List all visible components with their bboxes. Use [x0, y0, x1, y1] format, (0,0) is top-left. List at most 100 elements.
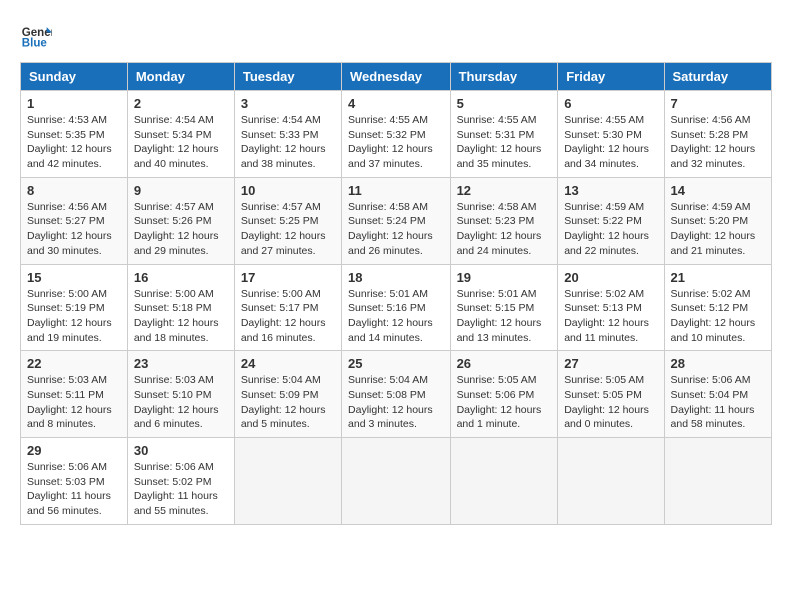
day-info: Sunrise: 4:56 AMSunset: 5:28 PMDaylight:… [671, 113, 765, 172]
column-header-wednesday: Wednesday [342, 63, 451, 91]
calendar-table: SundayMondayTuesdayWednesdayThursdayFrid… [20, 62, 772, 525]
day-number: 22 [27, 356, 121, 371]
day-info: Sunrise: 4:55 AMSunset: 5:31 PMDaylight:… [457, 113, 552, 172]
calendar-cell: 23Sunrise: 5:03 AMSunset: 5:10 PMDayligh… [127, 351, 234, 438]
calendar-cell: 17 Sunrise: 5:00 AMSunset: 5:17 PMDayligh… [234, 264, 341, 351]
day-number: 16 [134, 270, 228, 285]
calendar-week-row: 8 Sunrise: 4:56 AMSunset: 5:27 PMDaylight… [21, 177, 772, 264]
day-number: 9 [134, 183, 228, 198]
calendar-cell: 4 Sunrise: 4:55 AMSunset: 5:32 PMDaylight… [342, 91, 451, 178]
day-info: Sunrise: 5:04 AMSunset: 5:08 PMDaylight:… [348, 373, 444, 432]
day-number: 27 [564, 356, 657, 371]
day-number: 18 [348, 270, 444, 285]
column-header-friday: Friday [558, 63, 664, 91]
day-number: 26 [457, 356, 552, 371]
day-info: Sunrise: 4:55 AMSunset: 5:32 PMDaylight:… [348, 113, 444, 172]
day-info: Sunrise: 4:57 AMSunset: 5:25 PMDaylight:… [241, 200, 335, 259]
day-info: Sunrise: 4:54 AMSunset: 5:34 PMDaylight:… [134, 113, 228, 172]
calendar-week-row: 22 Sunrise: 5:03 AMSunset: 5:11 PMDayligh… [21, 351, 772, 438]
calendar-cell [664, 438, 771, 525]
day-info: Sunrise: 4:58 AMSunset: 5:24 PMDaylight:… [348, 200, 444, 259]
day-number: 6 [564, 96, 657, 111]
calendar-cell: 29 Sunrise: 5:06 AMSunset: 5:03 PMDayligh… [21, 438, 128, 525]
day-number: 21 [671, 270, 765, 285]
day-number: 11 [348, 183, 444, 198]
calendar-cell: 8 Sunrise: 4:56 AMSunset: 5:27 PMDaylight… [21, 177, 128, 264]
day-info: Sunrise: 4:59 AMSunset: 5:20 PMDaylight:… [671, 200, 765, 259]
day-info: Sunrise: 5:06 AMSunset: 5:03 PMDaylight:… [27, 460, 121, 519]
calendar-cell: 5 Sunrise: 4:55 AMSunset: 5:31 PMDaylight… [450, 91, 558, 178]
calendar-cell: 25 Sunrise: 5:04 AMSunset: 5:08 PMDayligh… [342, 351, 451, 438]
calendar-cell: 14 Sunrise: 4:59 AMSunset: 5:20 PMDayligh… [664, 177, 771, 264]
column-header-tuesday: Tuesday [234, 63, 341, 91]
day-number: 4 [348, 96, 444, 111]
day-number: 3 [241, 96, 335, 111]
day-info: Sunrise: 4:53 AMSunset: 5:35 PMDaylight:… [27, 113, 121, 172]
day-number: 20 [564, 270, 657, 285]
column-header-monday: Monday [127, 63, 234, 91]
day-number: 7 [671, 96, 765, 111]
calendar-cell: 21 Sunrise: 5:02 AMSunset: 5:12 PMDayligh… [664, 264, 771, 351]
day-info: Sunrise: 5:00 AMSunset: 5:19 PMDaylight:… [27, 287, 121, 346]
logo-icon: General Blue [20, 20, 52, 52]
calendar-cell: 26 Sunrise: 5:05 AMSunset: 5:06 PMDayligh… [450, 351, 558, 438]
day-info: Sunrise: 5:00 AMSunset: 5:17 PMDaylight:… [241, 287, 335, 346]
day-number: 2 [134, 96, 228, 111]
column-header-sunday: Sunday [21, 63, 128, 91]
calendar-cell [234, 438, 341, 525]
day-number: 8 [27, 183, 121, 198]
calendar-cell: 10Sunrise: 4:57 AMSunset: 5:25 PMDayligh… [234, 177, 341, 264]
day-number: 23 [134, 356, 228, 371]
day-number: 14 [671, 183, 765, 198]
day-number: 25 [348, 356, 444, 371]
day-info: Sunrise: 5:05 AMSunset: 5:06 PMDaylight:… [457, 373, 552, 432]
calendar-cell: 12 Sunrise: 4:58 AMSunset: 5:23 PMDayligh… [450, 177, 558, 264]
day-number: 15 [27, 270, 121, 285]
calendar-week-row: 15 Sunrise: 5:00 AMSunset: 5:19 PMDayligh… [21, 264, 772, 351]
day-number: 28 [671, 356, 765, 371]
calendar-cell: 13 Sunrise: 4:59 AMSunset: 5:22 PMDayligh… [558, 177, 664, 264]
day-info: Sunrise: 5:06 AMSunset: 5:02 PMDaylight:… [134, 460, 228, 519]
day-info: Sunrise: 5:04 AMSunset: 5:09 PMDaylight:… [241, 373, 335, 432]
day-number: 5 [457, 96, 552, 111]
calendar-cell: 18 Sunrise: 5:01 AMSunset: 5:16 PMDayligh… [342, 264, 451, 351]
calendar-cell: 11 Sunrise: 4:58 AMSunset: 5:24 PMDayligh… [342, 177, 451, 264]
calendar-cell: 6 Sunrise: 4:55 AMSunset: 5:30 PMDaylight… [558, 91, 664, 178]
day-number: 19 [457, 270, 552, 285]
calendar-cell: 27 Sunrise: 5:05 AMSunset: 5:05 PMDayligh… [558, 351, 664, 438]
calendar-body: 1Sunrise: 4:53 AMSunset: 5:35 PMDaylight… [21, 91, 772, 525]
calendar-cell: 20 Sunrise: 5:02 AMSunset: 5:13 PMDayligh… [558, 264, 664, 351]
day-info: Sunrise: 4:56 AMSunset: 5:27 PMDaylight:… [27, 200, 121, 259]
day-info: Sunrise: 4:57 AMSunset: 5:26 PMDaylight:… [134, 200, 228, 259]
day-info: Sunrise: 4:55 AMSunset: 5:30 PMDaylight:… [564, 113, 657, 172]
calendar-cell: 16Sunrise: 5:00 AMSunset: 5:18 PMDayligh… [127, 264, 234, 351]
calendar-cell: 7 Sunrise: 4:56 AMSunset: 5:28 PMDaylight… [664, 91, 771, 178]
day-number: 17 [241, 270, 335, 285]
calendar-cell [450, 438, 558, 525]
day-info: Sunrise: 4:58 AMSunset: 5:23 PMDaylight:… [457, 200, 552, 259]
day-number: 29 [27, 443, 121, 458]
svg-text:Blue: Blue [22, 38, 48, 50]
column-header-thursday: Thursday [450, 63, 558, 91]
day-info: Sunrise: 5:02 AMSunset: 5:13 PMDaylight:… [564, 287, 657, 346]
day-info: Sunrise: 5:05 AMSunset: 5:05 PMDaylight:… [564, 373, 657, 432]
day-number: 13 [564, 183, 657, 198]
day-number: 12 [457, 183, 552, 198]
day-info: Sunrise: 4:54 AMSunset: 5:33 PMDaylight:… [241, 113, 335, 172]
calendar-cell: 15 Sunrise: 5:00 AMSunset: 5:19 PMDayligh… [21, 264, 128, 351]
page-header: General Blue [20, 20, 772, 52]
calendar-cell: 1Sunrise: 4:53 AMSunset: 5:35 PMDaylight… [21, 91, 128, 178]
day-info: Sunrise: 5:02 AMSunset: 5:12 PMDaylight:… [671, 287, 765, 346]
day-info: Sunrise: 5:01 AMSunset: 5:16 PMDaylight:… [348, 287, 444, 346]
day-info: Sunrise: 5:03 AMSunset: 5:11 PMDaylight:… [27, 373, 121, 432]
calendar-cell: 30Sunrise: 5:06 AMSunset: 5:02 PMDayligh… [127, 438, 234, 525]
day-info: Sunrise: 4:59 AMSunset: 5:22 PMDaylight:… [564, 200, 657, 259]
calendar-cell: 3 Sunrise: 4:54 AMSunset: 5:33 PMDaylight… [234, 91, 341, 178]
calendar-cell [558, 438, 664, 525]
calendar-week-row: 1Sunrise: 4:53 AMSunset: 5:35 PMDaylight… [21, 91, 772, 178]
day-info: Sunrise: 5:06 AMSunset: 5:04 PMDaylight:… [671, 373, 765, 432]
logo: General Blue [20, 20, 52, 52]
calendar-week-row: 29 Sunrise: 5:06 AMSunset: 5:03 PMDayligh… [21, 438, 772, 525]
calendar-cell [342, 438, 451, 525]
calendar-header-row: SundayMondayTuesdayWednesdayThursdayFrid… [21, 63, 772, 91]
